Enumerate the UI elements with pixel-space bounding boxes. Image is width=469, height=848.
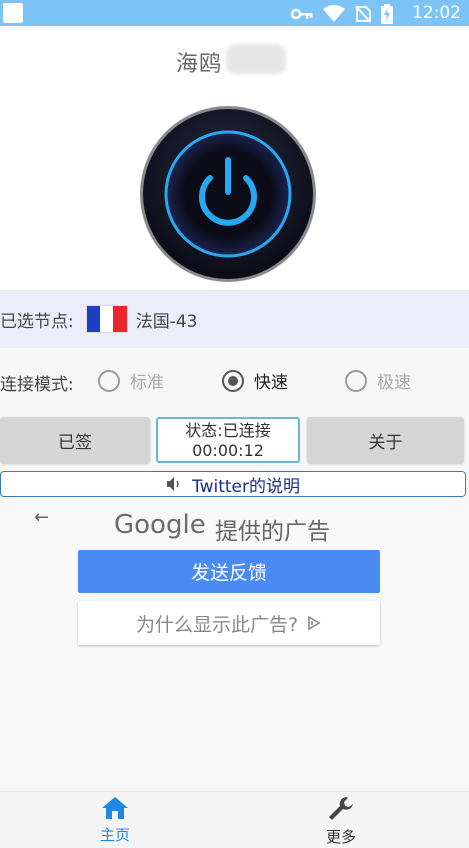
twitter-notice[interactable]: Twitter的说明 [0,471,466,497]
redacted-name [226,44,286,74]
selected-node-row[interactable]: 已选节点: 法国-43 [0,290,469,348]
radio-unchecked-icon [98,369,120,392]
wrench-icon [329,797,353,820]
tab-label: 更多 [325,828,356,846]
status-bar: 12:02 [0,0,469,26]
adchoices-icon [308,615,321,631]
signin-button[interactable]: 已签 [0,417,150,463]
speaker-icon [167,477,179,491]
ad-title: 提供的广告 [215,519,330,545]
wifi-icon [323,5,345,22]
mode-option-fast[interactable]: 快速 [222,368,288,393]
no-sim-icon [355,5,371,23]
mode-option-label: 极速 [377,373,411,393]
node-name: 法国-43 [135,311,198,332]
france-flag-icon [85,305,128,333]
tab-label: 主页 [99,826,130,844]
why-this-ad-button[interactable]: 为什么显示此广告? [78,601,380,645]
node-label: 已选节点: [0,311,74,332]
action-row: 已签 状态:已连接 00:00:12 关于 [0,417,469,465]
notification-app-icon [3,3,23,23]
tab-more[interactable]: 更多 [301,796,381,847]
mode-option-label: 标准 [130,373,164,393]
why-label: 为什么显示此广告? [135,613,299,636]
about-button[interactable]: 关于 [307,417,464,463]
tab-home[interactable]: 主页 [75,796,155,845]
arrow-left-icon[interactable]: ← [34,507,49,528]
connection-status: 状态:已连接 00:00:12 [156,417,300,463]
home-icon [102,797,128,819]
connect-mode-row: 连接模式: 标准 快速 极速 [0,362,469,400]
status-icons [291,4,393,24]
app-title: 海鸥 [176,52,223,77]
radio-checked-icon [222,369,244,392]
mode-option-standard[interactable]: 标准 [98,368,164,393]
mode-label: 连接模式: [0,375,74,395]
mode-option-label: 快速 [254,373,288,393]
mode-option-turbo[interactable]: 极速 [345,368,411,393]
key-icon [291,8,313,20]
google-logo: Google [114,510,206,540]
battery-charging-icon [381,4,393,24]
power-button[interactable] [138,104,318,284]
connection-timer: 00:00:12 [192,441,264,460]
notice-text: Twitter的说明 [192,476,300,497]
status-text: 状态:已连接 [185,421,271,440]
send-feedback-button[interactable]: 发送反馈 [78,550,380,593]
radio-unchecked-icon [345,369,367,392]
bottom-tab-bar: 主页 更多 [0,791,469,848]
clock: 12:02 [412,3,461,23]
